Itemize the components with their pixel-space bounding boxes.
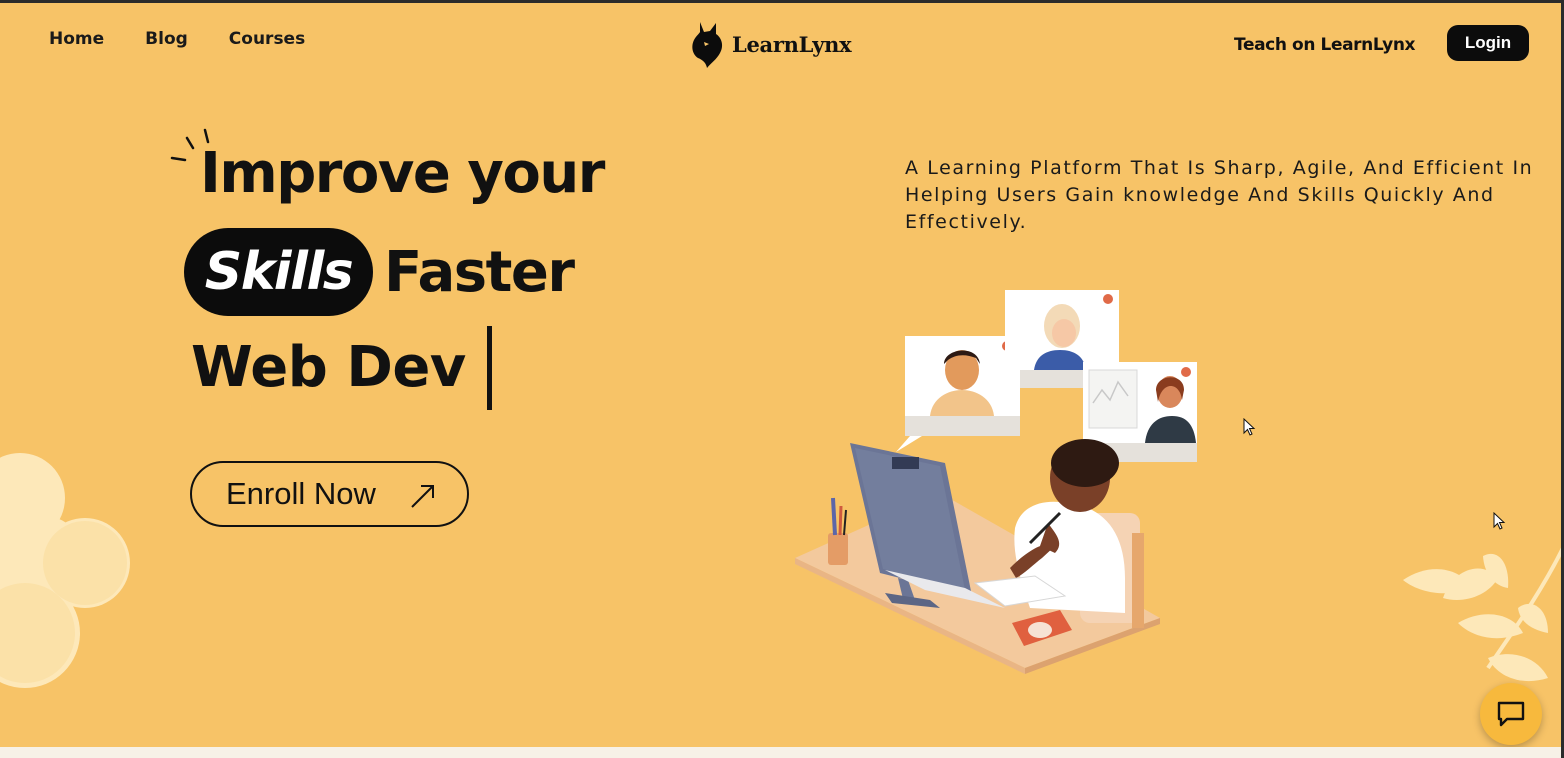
nav-courses-link[interactable]: Courses: [229, 29, 305, 49]
login-button[interactable]: Login: [1447, 25, 1529, 61]
landing-page: Home Blog Courses LearnLynx Teach on Lea…: [0, 3, 1562, 747]
online-learning-illustration: [795, 290, 1197, 674]
typing-cursor: [487, 326, 492, 410]
arrow-up-right-icon: [411, 485, 434, 508]
nav-home-link[interactable]: Home: [49, 29, 104, 49]
chat-bubble-icon: [1497, 701, 1525, 727]
enroll-now-button[interactable]: Enroll Now: [190, 461, 469, 527]
nav-blog-link[interactable]: Blog: [145, 29, 188, 49]
mouse-cursor-icon: [1493, 512, 1506, 530]
teach-link[interactable]: Teach on LearnLynx: [1234, 35, 1415, 55]
decorative-leaves: [1403, 547, 1562, 682]
skills-highlight-pill: Skills: [184, 228, 373, 316]
main-nav: Home Blog Courses: [49, 29, 305, 49]
mouse-cursor-icon: [1243, 418, 1256, 436]
decorative-flower: [0, 453, 130, 688]
hero-tagline: A Learning Platform That Is Sharp, Agile…: [905, 157, 1534, 233]
skills-highlight-text: Skills: [204, 242, 354, 302]
below-fold-section: [0, 747, 1564, 758]
hero-heading-faster: Faster: [384, 240, 575, 305]
brand-name: LearnLynx: [732, 31, 852, 57]
hero-heading-line1: Improve your: [200, 141, 605, 206]
brand[interactable]: LearnLynx: [690, 18, 852, 70]
chat-widget-button[interactable]: [1480, 683, 1542, 745]
enroll-now-label: Enroll Now: [226, 476, 376, 511]
lynx-logo-icon: [692, 22, 723, 68]
typed-text: Web Dev: [191, 335, 466, 400]
